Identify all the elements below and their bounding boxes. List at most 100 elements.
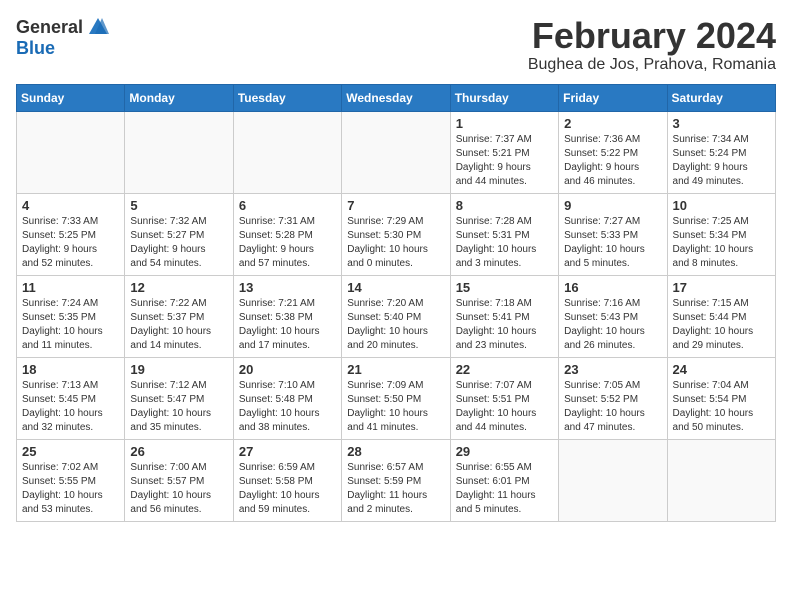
day-detail: Sunrise: 7:36 AM Sunset: 5:22 PM Dayligh… bbox=[564, 133, 661, 189]
day-detail: Sunrise: 7:21 AM Sunset: 5:38 PM Dayligh… bbox=[239, 297, 336, 353]
day-number: 8 bbox=[456, 198, 553, 213]
logo-general-text: General bbox=[16, 17, 83, 38]
calendar-cell bbox=[125, 111, 233, 193]
day-number: 19 bbox=[130, 362, 227, 377]
day-number: 28 bbox=[347, 444, 444, 459]
calendar-cell: 3 Sunrise: 7:34 AM Sunset: 5:24 PM Daylig… bbox=[667, 111, 775, 193]
logo-icon bbox=[87, 16, 109, 38]
calendar-cell: 1 Sunrise: 7:37 AM Sunset: 5:21 PM Daylig… bbox=[450, 111, 558, 193]
calendar-cell: 8Sunrise: 7:28 AM Sunset: 5:31 PM Daylig… bbox=[450, 193, 558, 275]
calendar-cell: 10Sunrise: 7:25 AM Sunset: 5:34 PM Dayli… bbox=[667, 193, 775, 275]
calendar-header-row: SundayMondayTuesdayWednesdayThursdayFrid… bbox=[17, 84, 776, 111]
day-number: 25 bbox=[22, 444, 119, 459]
day-number: 14 bbox=[347, 280, 444, 295]
day-number: 20 bbox=[239, 362, 336, 377]
day-number: 16 bbox=[564, 280, 661, 295]
logo-blue-text: Blue bbox=[16, 38, 55, 59]
calendar-cell: 28 Sunrise: 6:57 AM Sunset: 5:59 PM Dayli… bbox=[342, 439, 450, 521]
calendar-cell: 15Sunrise: 7:18 AM Sunset: 5:41 PM Dayli… bbox=[450, 275, 558, 357]
calendar-week-row: 18Sunrise: 7:13 AM Sunset: 5:45 PM Dayli… bbox=[17, 357, 776, 439]
location-title: Bughea de Jos, Prahova, Romania bbox=[528, 56, 776, 74]
day-detail: Sunrise: 7:16 AM Sunset: 5:43 PM Dayligh… bbox=[564, 297, 661, 353]
weekday-header: Thursday bbox=[450, 84, 558, 111]
calendar-cell: 12 Sunrise: 7:22 AM Sunset: 5:37 PM Dayli… bbox=[125, 275, 233, 357]
day-detail: Sunrise: 7:33 AM Sunset: 5:25 PM Dayligh… bbox=[22, 215, 119, 271]
calendar-cell: 22 Sunrise: 7:07 AM Sunset: 5:51 PM Dayli… bbox=[450, 357, 558, 439]
day-number: 2 bbox=[564, 116, 661, 131]
day-number: 3 bbox=[673, 116, 770, 131]
day-number: 21 bbox=[347, 362, 444, 377]
day-detail: Sunrise: 6:59 AM Sunset: 5:58 PM Dayligh… bbox=[239, 461, 336, 517]
day-detail: Sunrise: 7:12 AM Sunset: 5:47 PM Dayligh… bbox=[130, 379, 227, 435]
day-detail: Sunrise: 7:00 AM Sunset: 5:57 PM Dayligh… bbox=[130, 461, 227, 517]
calendar-cell: 24 Sunrise: 7:04 AM Sunset: 5:54 PM Dayli… bbox=[667, 357, 775, 439]
calendar-cell: 4 Sunrise: 7:33 AM Sunset: 5:25 PM Daylig… bbox=[17, 193, 125, 275]
calendar-cell bbox=[17, 111, 125, 193]
day-detail: Sunrise: 7:27 AM Sunset: 5:33 PM Dayligh… bbox=[564, 215, 661, 271]
weekday-header: Friday bbox=[559, 84, 667, 111]
calendar-week-row: 25 Sunrise: 7:02 AM Sunset: 5:55 PM Dayli… bbox=[17, 439, 776, 521]
calendar-cell bbox=[559, 439, 667, 521]
calendar-cell: 21 Sunrise: 7:09 AM Sunset: 5:50 PM Dayli… bbox=[342, 357, 450, 439]
weekday-header: Sunday bbox=[17, 84, 125, 111]
day-detail: Sunrise: 6:55 AM Sunset: 6:01 PM Dayligh… bbox=[456, 461, 553, 517]
day-detail: Sunrise: 7:25 AM Sunset: 5:34 PM Dayligh… bbox=[673, 215, 770, 271]
calendar-cell bbox=[233, 111, 341, 193]
day-number: 7 bbox=[347, 198, 444, 213]
calendar-cell: 7 Sunrise: 7:29 AM Sunset: 5:30 PM Daylig… bbox=[342, 193, 450, 275]
calendar-week-row: 11 Sunrise: 7:24 AM Sunset: 5:35 PM Dayli… bbox=[17, 275, 776, 357]
day-detail: Sunrise: 6:57 AM Sunset: 5:59 PM Dayligh… bbox=[347, 461, 444, 517]
calendar-cell: 6Sunrise: 7:31 AM Sunset: 5:28 PM Daylig… bbox=[233, 193, 341, 275]
day-detail: Sunrise: 7:34 AM Sunset: 5:24 PM Dayligh… bbox=[673, 133, 770, 189]
calendar-cell bbox=[667, 439, 775, 521]
calendar-cell: 25 Sunrise: 7:02 AM Sunset: 5:55 PM Dayli… bbox=[17, 439, 125, 521]
day-detail: Sunrise: 7:31 AM Sunset: 5:28 PM Dayligh… bbox=[239, 215, 336, 271]
weekday-header: Monday bbox=[125, 84, 233, 111]
calendar-table: SundayMondayTuesdayWednesdayThursdayFrid… bbox=[16, 84, 776, 522]
day-detail: Sunrise: 7:07 AM Sunset: 5:51 PM Dayligh… bbox=[456, 379, 553, 435]
calendar-cell: 23 Sunrise: 7:05 AM Sunset: 5:52 PM Dayli… bbox=[559, 357, 667, 439]
calendar-cell: 20 Sunrise: 7:10 AM Sunset: 5:48 PM Dayli… bbox=[233, 357, 341, 439]
day-detail: Sunrise: 7:32 AM Sunset: 5:27 PM Dayligh… bbox=[130, 215, 227, 271]
day-detail: Sunrise: 7:15 AM Sunset: 5:44 PM Dayligh… bbox=[673, 297, 770, 353]
day-detail: Sunrise: 7:22 AM Sunset: 5:37 PM Dayligh… bbox=[130, 297, 227, 353]
weekday-header: Wednesday bbox=[342, 84, 450, 111]
weekday-header: Saturday bbox=[667, 84, 775, 111]
day-detail: Sunrise: 7:04 AM Sunset: 5:54 PM Dayligh… bbox=[673, 379, 770, 435]
calendar-cell: 19 Sunrise: 7:12 AM Sunset: 5:47 PM Dayli… bbox=[125, 357, 233, 439]
day-number: 9 bbox=[564, 198, 661, 213]
day-number: 1 bbox=[456, 116, 553, 131]
day-number: 17 bbox=[673, 280, 770, 295]
day-detail: Sunrise: 7:37 AM Sunset: 5:21 PM Dayligh… bbox=[456, 133, 553, 189]
calendar-cell: 26Sunrise: 7:00 AM Sunset: 5:57 PM Dayli… bbox=[125, 439, 233, 521]
calendar-week-row: 4 Sunrise: 7:33 AM Sunset: 5:25 PM Daylig… bbox=[17, 193, 776, 275]
calendar-cell: 14 Sunrise: 7:20 AM Sunset: 5:40 PM Dayli… bbox=[342, 275, 450, 357]
weekday-header: Tuesday bbox=[233, 84, 341, 111]
day-number: 27 bbox=[239, 444, 336, 459]
day-detail: Sunrise: 7:20 AM Sunset: 5:40 PM Dayligh… bbox=[347, 297, 444, 353]
calendar-cell bbox=[342, 111, 450, 193]
day-number: 29 bbox=[456, 444, 553, 459]
day-detail: Sunrise: 7:10 AM Sunset: 5:48 PM Dayligh… bbox=[239, 379, 336, 435]
calendar-cell: 27 Sunrise: 6:59 AM Sunset: 5:58 PM Dayli… bbox=[233, 439, 341, 521]
day-detail: Sunrise: 7:24 AM Sunset: 5:35 PM Dayligh… bbox=[22, 297, 119, 353]
calendar-cell: 18Sunrise: 7:13 AM Sunset: 5:45 PM Dayli… bbox=[17, 357, 125, 439]
day-number: 5 bbox=[130, 198, 227, 213]
day-detail: Sunrise: 7:29 AM Sunset: 5:30 PM Dayligh… bbox=[347, 215, 444, 271]
day-detail: Sunrise: 7:18 AM Sunset: 5:41 PM Dayligh… bbox=[456, 297, 553, 353]
month-title: February 2024 bbox=[528, 16, 776, 56]
day-number: 24 bbox=[673, 362, 770, 377]
calendar-cell: 9 Sunrise: 7:27 AM Sunset: 5:33 PM Daylig… bbox=[559, 193, 667, 275]
day-number: 23 bbox=[564, 362, 661, 377]
calendar-cell: 11 Sunrise: 7:24 AM Sunset: 5:35 PM Dayli… bbox=[17, 275, 125, 357]
calendar-cell: 16 Sunrise: 7:16 AM Sunset: 5:43 PM Dayli… bbox=[559, 275, 667, 357]
day-detail: Sunrise: 7:13 AM Sunset: 5:45 PM Dayligh… bbox=[22, 379, 119, 435]
title-area: February 2024 Bughea de Jos, Prahova, Ro… bbox=[528, 16, 776, 74]
day-number: 22 bbox=[456, 362, 553, 377]
day-detail: Sunrise: 7:05 AM Sunset: 5:52 PM Dayligh… bbox=[564, 379, 661, 435]
day-number: 12 bbox=[130, 280, 227, 295]
day-detail: Sunrise: 7:09 AM Sunset: 5:50 PM Dayligh… bbox=[347, 379, 444, 435]
day-number: 11 bbox=[22, 280, 119, 295]
day-detail: Sunrise: 7:02 AM Sunset: 5:55 PM Dayligh… bbox=[22, 461, 119, 517]
day-number: 4 bbox=[22, 198, 119, 213]
